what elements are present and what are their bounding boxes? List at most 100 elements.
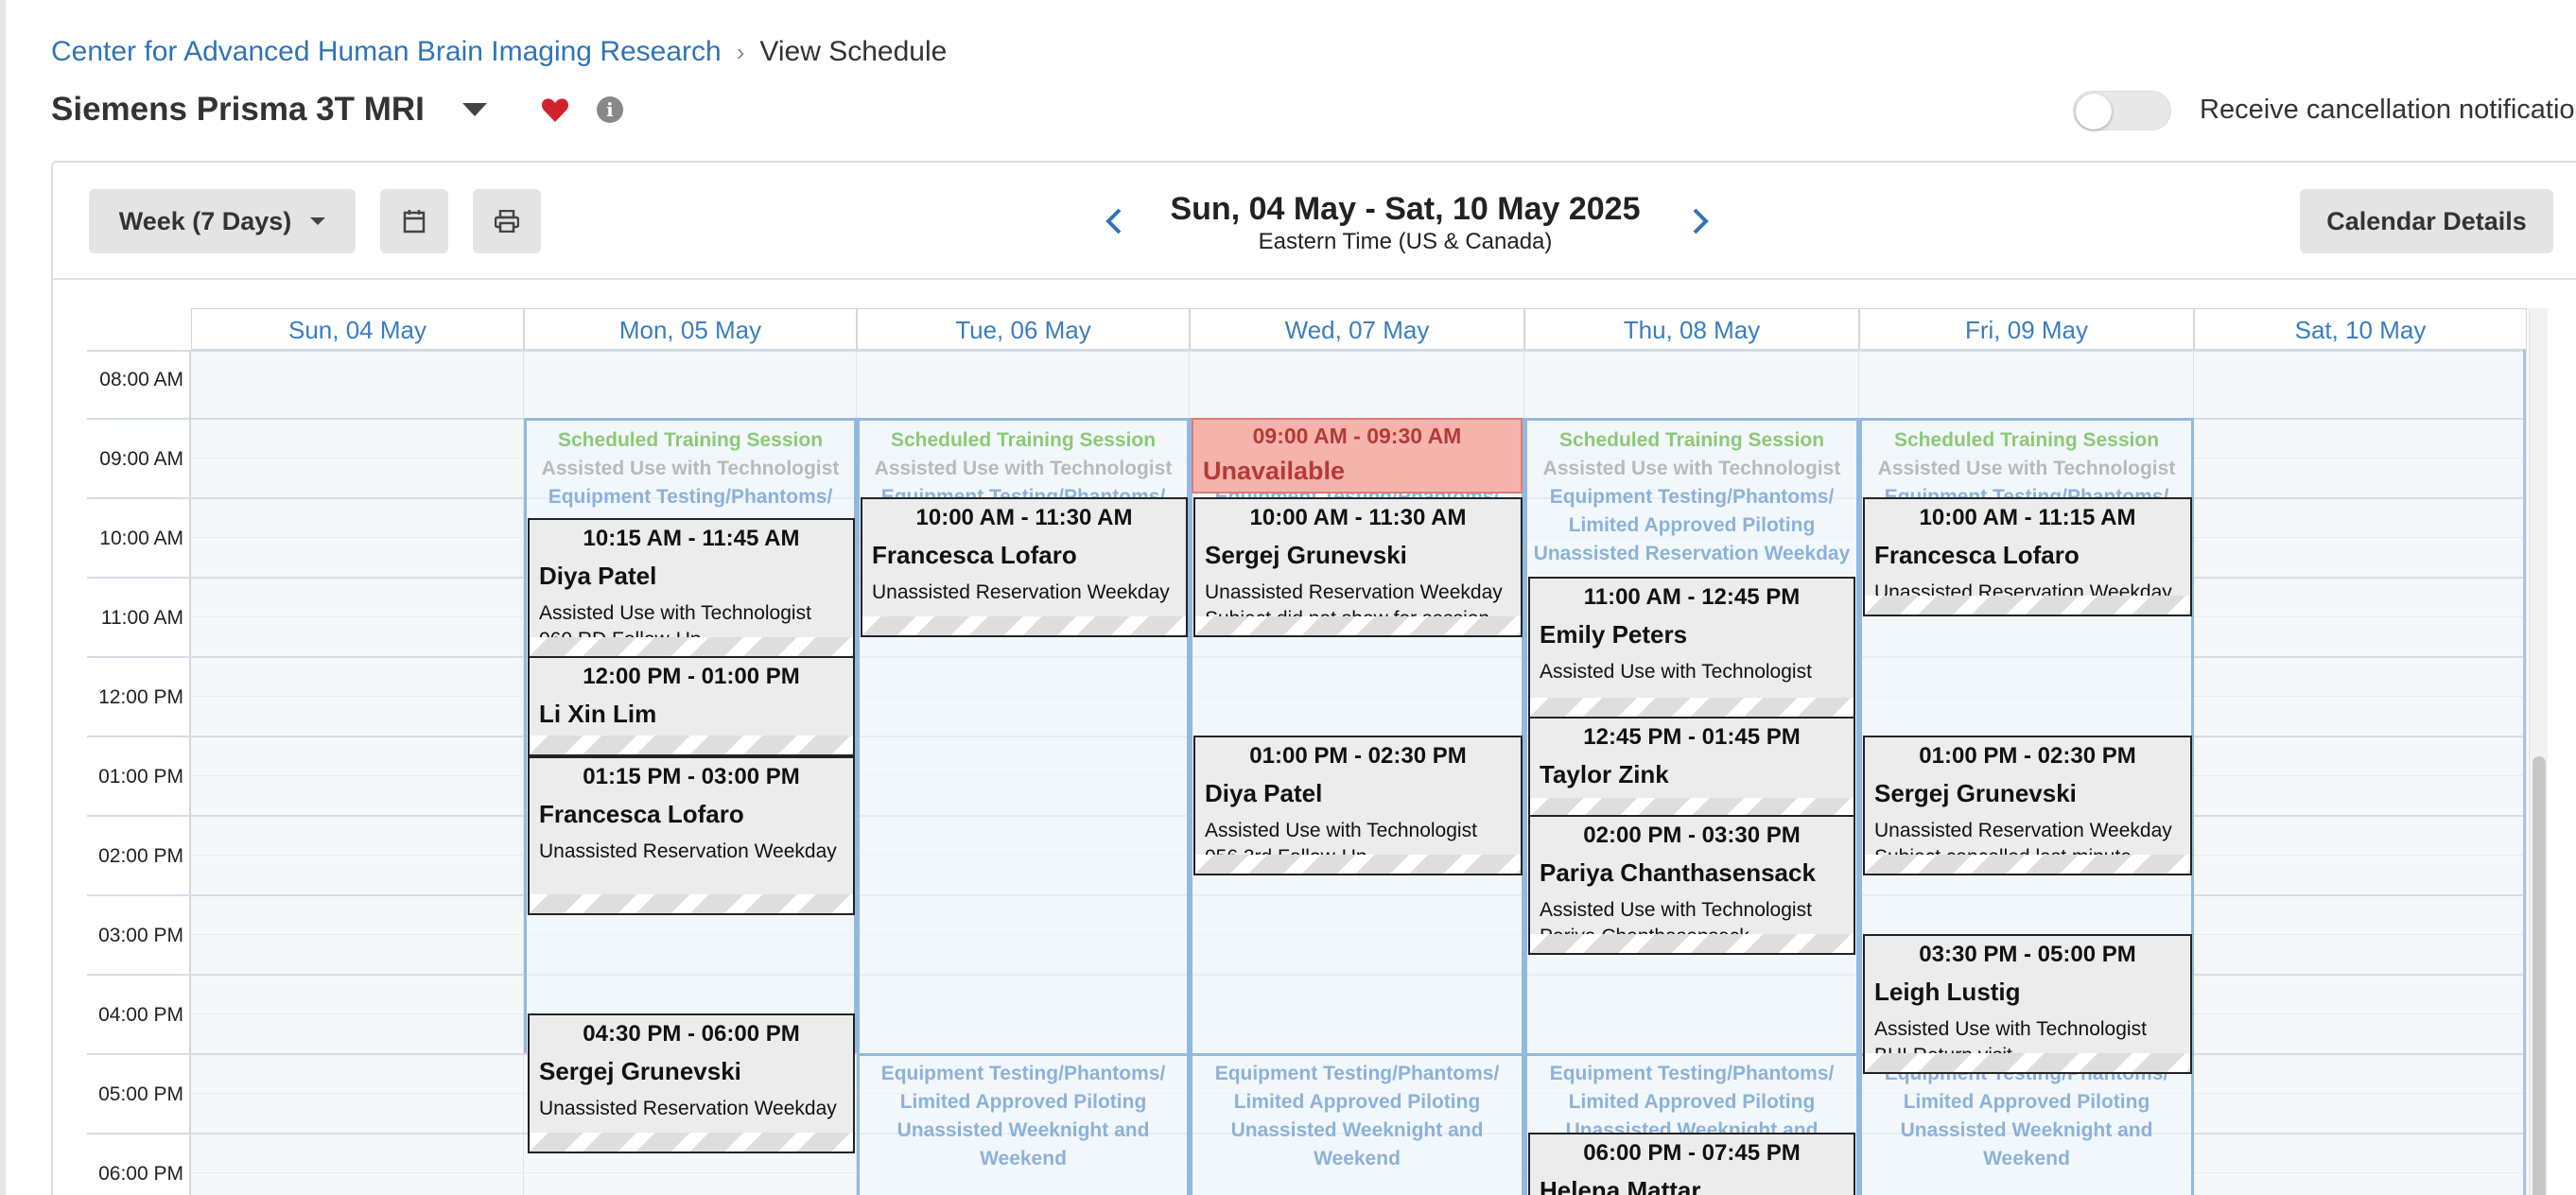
event-time: 01:00 PM - 02:30 PM xyxy=(1249,743,1467,769)
view-select-button[interactable]: Week (7 Days) xyxy=(89,189,356,253)
day-header-sat[interactable]: Sat, 10 May xyxy=(2194,308,2527,350)
timezone: Eastern Time (US & Canada) xyxy=(1258,229,1553,254)
event-time: 04:30 PM - 06:00 PM xyxy=(583,1021,800,1047)
calendar-picker-button[interactable] xyxy=(380,189,448,253)
event-stripes xyxy=(862,616,1186,635)
availability-line: Unassisted Weeknight and Weekend xyxy=(1900,1119,2153,1169)
event-type: Assisted Use with Technologist xyxy=(1540,899,1812,921)
reservation-event[interactable]: 10:00 AM - 11:30 AM Sergej Grunevski Una… xyxy=(1193,497,1523,637)
availability-line: Assisted Use with Technologist xyxy=(1877,458,2176,479)
chevron-left-icon xyxy=(1105,208,1122,234)
grid-scrollbar-thumb[interactable] xyxy=(2532,756,2546,1195)
day-header-mon[interactable]: Mon, 05 May xyxy=(524,308,857,350)
reservation-event[interactable]: 02:00 PM - 03:30 PM Pariya Chanthasensac… xyxy=(1528,815,1855,955)
availability-block[interactable]: Equipment Testing/Phantoms/ Limited Appr… xyxy=(1190,1053,1524,1195)
event-time: 12:00 PM - 01:00 PM xyxy=(583,664,800,689)
breadcrumb-parent-link[interactable]: Center for Advanced Human Brain Imaging … xyxy=(51,36,722,68)
calendar-details-button[interactable]: Calendar Details xyxy=(2300,189,2553,253)
chevron-down-icon xyxy=(310,217,326,225)
availability-line: Unassisted Reservation Weekday xyxy=(1533,543,1851,564)
availability-line: Limited Approved Piloting xyxy=(1568,514,1816,536)
day-header-sun[interactable]: Sun, 04 May xyxy=(191,308,524,350)
event-name: Emily Peters xyxy=(1540,620,1688,649)
day-column-sat[interactable] xyxy=(2194,350,2527,1195)
event-stripes xyxy=(1530,934,1854,953)
availability-line: Assisted Use with Technologist xyxy=(541,458,840,479)
event-stripes xyxy=(530,1133,853,1152)
event-stripes xyxy=(1195,855,1521,874)
print-button[interactable] xyxy=(473,189,541,253)
previous-week-button[interactable] xyxy=(1095,202,1133,240)
event-type: Assisted Use with Technologist xyxy=(1205,820,1477,841)
availability-line: Assisted Use with Technologist xyxy=(1542,458,1841,479)
event-time: 12:45 PM - 01:45 PM xyxy=(1583,724,1801,750)
reservation-event[interactable]: 10:00 AM - 11:15 AM Francesca Lofaro Una… xyxy=(1863,497,2192,616)
reservation-event[interactable]: 12:45 PM - 01:45 PM Taylor Zink xyxy=(1528,717,1855,819)
availability-block[interactable]: Equipment Testing/Phantoms/ Limited Appr… xyxy=(1859,1053,2194,1195)
reservation-event[interactable]: 01:00 PM - 02:30 PM Sergej Grunevski Una… xyxy=(1863,736,2192,875)
schedule-page: Center for Advanced Human Brain Imaging … xyxy=(0,0,2576,1195)
event-stripes xyxy=(1530,798,1854,817)
calendar-icon xyxy=(403,210,426,234)
time-label: 12:00 PM xyxy=(98,686,183,708)
day-column-sun[interactable] xyxy=(191,350,524,1195)
heart-icon[interactable] xyxy=(540,95,570,125)
event-time: 10:00 AM - 11:30 AM xyxy=(1249,505,1467,530)
unavailable-label: Unavailable xyxy=(1203,457,1346,485)
calendar-toolbar: Week (7 Days) Sun, 04 May - Sat, 10 May … xyxy=(53,163,2576,280)
reservation-event[interactable]: 12:00 PM - 01:00 PM Li Xin Lim xyxy=(528,656,855,756)
resource-dropdown-icon[interactable] xyxy=(461,103,487,116)
day-header-thu[interactable]: Thu, 08 May xyxy=(1524,308,1859,350)
event-time: 03:30 PM - 05:00 PM xyxy=(1919,942,2136,967)
unavailable-block[interactable]: 09:00 AM - 09:30 AM Unavailable xyxy=(1192,418,1523,494)
event-stripes xyxy=(1865,1053,2190,1072)
availability-line: Equipment Testing/Phantoms/ xyxy=(880,1063,1166,1084)
event-type: Unassisted Reservation Weekday xyxy=(1205,581,1503,603)
day-header-wed[interactable]: Wed, 07 May xyxy=(1190,308,1524,350)
event-stripes xyxy=(1195,616,1521,635)
day-header-tue[interactable]: Tue, 06 May xyxy=(857,308,1190,350)
view-select-label: Week (7 Days) xyxy=(118,206,292,235)
day-header-fri[interactable]: Fri, 09 May xyxy=(1859,308,2194,350)
event-time: 02:00 PM - 03:30 PM xyxy=(1583,823,1801,848)
reservation-event[interactable]: 10:15 AM - 11:45 AM Diya Patel Assisted … xyxy=(528,518,855,658)
chevron-right-icon xyxy=(1693,208,1709,234)
availability-block[interactable]: Equipment Testing/Phantoms/ Limited Appr… xyxy=(857,1053,1190,1195)
resource-header: Siemens Prisma 3T MRI i xyxy=(51,91,623,129)
event-name: Sergej Grunevski xyxy=(539,1057,741,1085)
time-label: 04:00 PM xyxy=(98,1004,183,1026)
event-time: 10:00 AM - 11:30 AM xyxy=(915,505,1133,530)
event-time: 01:00 PM - 02:30 PM xyxy=(1919,743,2136,769)
event-type: Assisted Use with Technologist xyxy=(539,602,811,624)
week-grid: 08:00 AM 09:00 AM 10:00 AM 11:00 AM 12:0… xyxy=(87,308,2527,1195)
event-time: 06:00 PM - 07:45 PM xyxy=(1583,1140,1801,1166)
toggle-knob xyxy=(2076,94,2112,130)
column-divider xyxy=(2523,350,2526,1195)
availability-line: Limited Approved Piloting xyxy=(1903,1091,2150,1113)
availability-line: Scheduled Training Session xyxy=(1558,429,1825,451)
availability-line: Unassisted Weeknight and Weekend xyxy=(896,1119,1150,1169)
time-label: 08:00 AM xyxy=(99,369,183,390)
event-name: Diya Patel xyxy=(539,562,657,590)
reservation-event[interactable]: 11:00 AM - 12:45 PM Emily Peters Assiste… xyxy=(1528,577,1855,719)
cancellation-notifications-toggle[interactable] xyxy=(2073,91,2171,130)
info-icon[interactable]: i xyxy=(596,96,623,123)
availability-line: Unassisted Weeknight and Weekend xyxy=(1230,1119,1484,1169)
event-time: 10:00 AM - 11:15 AM xyxy=(1919,505,2136,530)
event-name: Francesca Lofaro xyxy=(539,800,744,828)
reservation-event[interactable]: 01:15 PM - 03:00 PM Francesca Lofaro Una… xyxy=(528,756,855,915)
reservation-event[interactable]: 04:30 PM - 06:00 PM Sergej Grunevski Una… xyxy=(528,1013,855,1153)
print-icon xyxy=(495,210,519,233)
availability-line: Limited Approved Piloting xyxy=(899,1091,1147,1113)
time-label: 11:00 AM xyxy=(100,607,183,629)
availability-line: Scheduled Training Session xyxy=(890,429,1157,451)
event-stripes xyxy=(1865,596,2190,615)
cancellation-notifications-label: Receive cancellation notifications xyxy=(2200,95,2576,125)
reservation-event[interactable]: 06:00 PM - 07:45 PM Helena Mattar xyxy=(1528,1133,1855,1195)
reservation-event[interactable]: 01:00 PM - 02:30 PM Diya Patel Assisted … xyxy=(1193,736,1523,875)
reservation-event[interactable]: 10:00 AM - 11:30 AM Francesca Lofaro Una… xyxy=(861,497,1188,637)
event-name: Pariya Chanthasensack xyxy=(1540,858,1816,887)
next-week-button[interactable] xyxy=(1681,202,1719,240)
breadcrumb-current: View Schedule xyxy=(759,36,948,67)
reservation-event[interactable]: 03:30 PM - 05:00 PM Leigh Lustig Assiste… xyxy=(1863,934,2192,1074)
